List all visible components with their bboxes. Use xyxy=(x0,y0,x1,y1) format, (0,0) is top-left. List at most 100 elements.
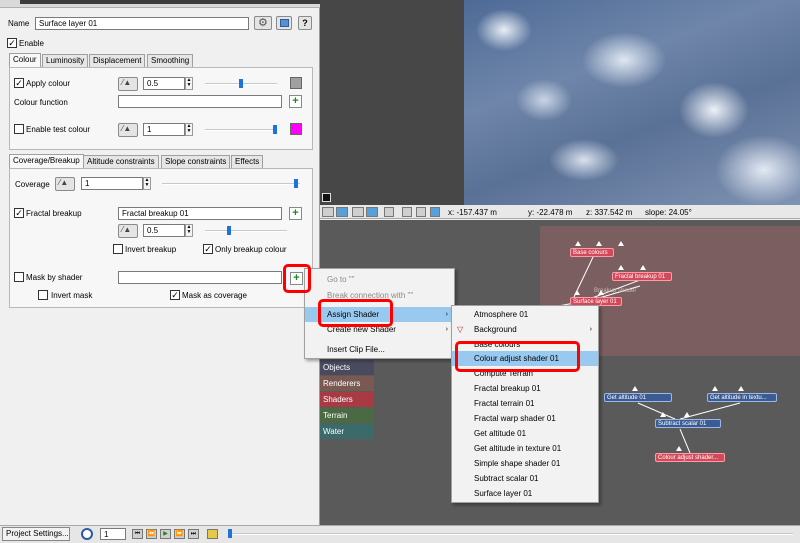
name-field[interactable]: Surface layer 01 xyxy=(35,17,249,30)
submenu-item-subtract-scalar[interactable]: Subtract scalar 01 xyxy=(452,471,598,486)
test-colour-swatch[interactable] xyxy=(290,123,302,135)
next-frame-button[interactable]: ⏩ xyxy=(174,529,185,539)
apply-colour-checkbox[interactable]: ✓ xyxy=(14,78,24,88)
test-colour-slider[interactable] xyxy=(205,125,277,134)
submenu-item-fractal-breakup[interactable]: Fractal breakup 01 xyxy=(452,381,598,396)
node-get-altitude[interactable]: Get altitude 01 xyxy=(604,393,672,402)
category-renderers[interactable]: Renderers xyxy=(320,376,374,391)
toolbar-button-8[interactable] xyxy=(430,207,440,217)
tab-displacement[interactable]: Displacement xyxy=(89,54,146,68)
apply-colour-mode-button[interactable]: ⁄▲ xyxy=(118,77,138,91)
breakup-amount-mode-button[interactable]: ⁄▲ xyxy=(118,224,138,238)
test-colour-spinner[interactable]: ▲ ▼ xyxy=(185,123,193,136)
node-pin xyxy=(640,265,646,270)
tab-colour[interactable]: Colour xyxy=(9,53,41,68)
test-colour-mode-button[interactable]: ⁄▲ xyxy=(118,123,138,137)
submenu-item-background[interactable]: Background ▽ › xyxy=(452,322,598,337)
submenu-arrow-icon: › xyxy=(445,326,448,333)
gear-button[interactable]: ⚙ xyxy=(254,16,272,30)
mask-shader-field[interactable] xyxy=(118,271,282,284)
terrain-preview[interactable] xyxy=(464,0,800,205)
node-fractal-breakup[interactable]: Fractal breakup 01 xyxy=(612,272,672,281)
node-base-colours[interactable]: Base colours xyxy=(570,248,614,257)
coverage-slider-thumb[interactable] xyxy=(294,179,298,188)
submenu-item-simple-shape-shader[interactable]: Simple shape shader 01 xyxy=(452,456,598,471)
mask-by-shader-checkbox[interactable] xyxy=(14,272,24,282)
function-icon: ⁄▲ xyxy=(122,225,132,234)
annotation-box-assign-shader xyxy=(318,299,393,327)
apply-colour-value[interactable]: 0.5 xyxy=(143,77,185,90)
coverage-value[interactable]: 1 xyxy=(81,177,143,190)
timeline-slider[interactable] xyxy=(228,529,793,538)
test-colour-checkbox[interactable] xyxy=(14,124,24,134)
loop-button[interactable] xyxy=(207,529,218,539)
breakup-amount-slider[interactable] xyxy=(205,226,287,235)
last-frame-button[interactable]: ⏭ xyxy=(188,529,199,539)
help-icon: ? xyxy=(302,18,308,28)
enable-checkbox[interactable]: ✓ xyxy=(7,38,17,48)
frame-field[interactable]: 1 xyxy=(100,528,126,540)
submenu-item-surface-layer[interactable]: Surface layer 01 xyxy=(452,486,598,501)
node-colour-adjust[interactable]: Colour adjust shader... xyxy=(655,453,725,462)
tab-coverage-breakup[interactable]: Coverage/Breakup xyxy=(9,154,84,169)
submenu-item-get-altitude[interactable]: Get altitude 01 xyxy=(452,426,598,441)
tab-smoothing[interactable]: Smoothing xyxy=(147,54,194,68)
breakup-amount-value[interactable]: 0.5 xyxy=(143,224,185,237)
apply-colour-slider[interactable] xyxy=(205,79,277,88)
submenu-item-atmosphere[interactable]: Atmosphere 01 xyxy=(452,307,598,322)
toolbar-button-7[interactable] xyxy=(416,207,426,217)
node-subtract-scalar[interactable]: Subtract scalar 01 xyxy=(655,419,721,428)
coverage-spinner[interactable]: ▲ ▼ xyxy=(143,177,151,190)
tab-slope-constraints[interactable]: Slope constraints xyxy=(161,155,231,169)
view-button[interactable] xyxy=(276,16,292,30)
toolbar-button-3[interactable] xyxy=(352,207,364,217)
coverage-slider[interactable] xyxy=(162,179,300,188)
colour-function-field[interactable] xyxy=(118,95,282,108)
coverage-mode-button[interactable]: ⁄▲ xyxy=(55,177,75,191)
breakup-amount-spinner[interactable]: ▲ ▼ xyxy=(185,224,193,237)
apply-colour-spinner[interactable]: ▲ ▼ xyxy=(185,77,193,90)
category-shaders[interactable]: Shaders xyxy=(320,392,374,407)
node-pin xyxy=(632,386,638,391)
colour-function-add-button[interactable]: + xyxy=(289,95,302,108)
toolbar-button-2[interactable] xyxy=(336,207,348,217)
test-colour-slider-thumb[interactable] xyxy=(273,125,277,134)
category-objects[interactable]: Objects xyxy=(320,360,374,375)
apply-colour-slider-thumb[interactable] xyxy=(239,79,243,88)
toolbar-button-5[interactable] xyxy=(384,207,394,217)
viewport-corner-icon[interactable] xyxy=(322,193,331,202)
invert-breakup-checkbox[interactable] xyxy=(113,244,123,254)
menu-item-go-to[interactable]: Go to "" xyxy=(305,272,454,287)
only-breakup-colour-checkbox[interactable]: ✓ xyxy=(203,244,213,254)
fractal-breakup-field[interactable]: Fractal breakup 01 xyxy=(118,207,282,220)
node-get-altitude-texture[interactable]: Get altitude in textu... xyxy=(707,393,777,402)
clock-icon[interactable] xyxy=(81,528,93,540)
play-button[interactable]: ▶ xyxy=(160,529,171,539)
submenu-item-fractal-warp-shader[interactable]: Fractal warp shader 01 xyxy=(452,411,598,426)
timeline-slider-thumb[interactable] xyxy=(228,529,232,538)
tab-effects[interactable]: Effects xyxy=(231,155,264,169)
toolbar-button-4[interactable] xyxy=(366,207,378,217)
toolbar-button-1[interactable] xyxy=(322,207,334,217)
breakup-amount-slider-thumb[interactable] xyxy=(227,226,231,235)
first-frame-button[interactable]: ⏮ xyxy=(132,529,143,539)
submenu-arrow-icon: › xyxy=(589,326,592,333)
help-button[interactable]: ? xyxy=(298,16,312,30)
category-terrain[interactable]: Terrain xyxy=(320,408,374,423)
invert-mask-checkbox[interactable] xyxy=(38,290,48,300)
eye-button[interactable] xyxy=(402,207,412,217)
prev-frame-button[interactable]: ⏪ xyxy=(146,529,157,539)
menu-item-insert-clip-file[interactable]: Insert Clip File... xyxy=(305,342,454,357)
submenu-item-fractal-terrain[interactable]: Fractal terrain 01 xyxy=(452,396,598,411)
node-pin xyxy=(618,241,624,246)
mask-as-coverage-checkbox[interactable]: ✓ xyxy=(170,290,180,300)
category-water[interactable]: Water xyxy=(320,424,374,439)
project-settings-button[interactable]: Project Settings... xyxy=(2,527,70,541)
fractal-breakup-add-button[interactable]: + xyxy=(289,207,302,220)
fractal-breakup-checkbox[interactable]: ✓ xyxy=(14,208,24,218)
tab-luminosity[interactable]: Luminosity xyxy=(42,54,89,68)
test-colour-value[interactable]: 1 xyxy=(143,123,185,136)
submenu-item-get-altitude-texture[interactable]: Get altitude in texture 01 xyxy=(452,441,598,456)
tab-altitude-constraints[interactable]: Altitude constraints xyxy=(83,155,159,169)
apply-colour-swatch[interactable] xyxy=(290,77,302,89)
